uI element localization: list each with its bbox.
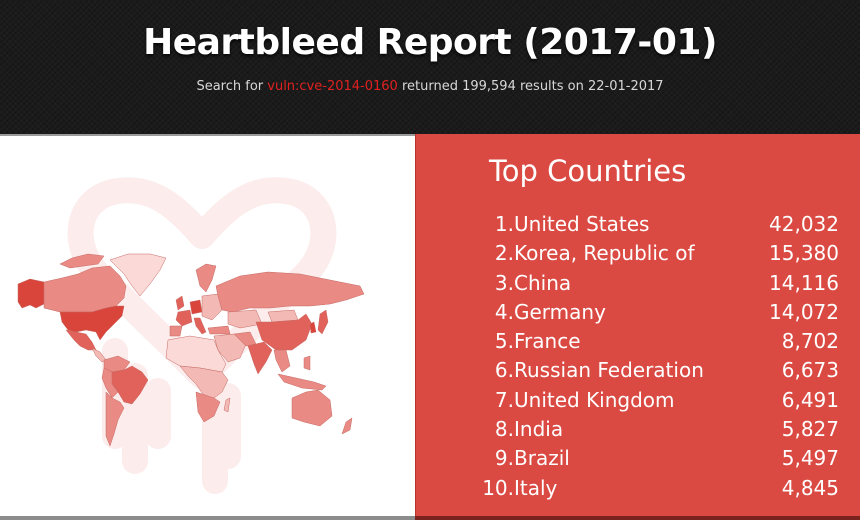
map-region-united-kingdom[interactable] — [175, 295, 185, 311]
subtitle-suffix: returned 199,594 results on 22-01-2017 — [397, 79, 664, 94]
country-rank: 8. — [494, 417, 514, 442]
country-row: 4. Germany 14,072 — [416, 298, 860, 327]
country-name: Korea, Republic of — [514, 241, 695, 266]
country-rank: 2. — [494, 241, 514, 266]
map-region-southeast-asia[interactable] — [273, 349, 291, 373]
country-count: 5,497 — [781, 446, 839, 471]
country-rank: 9. — [494, 446, 514, 471]
country-name: India — [514, 417, 564, 442]
country-name: China — [514, 270, 572, 295]
world-map-panel — [0, 134, 415, 516]
country-row: 9. Brazil 5,497 — [416, 444, 860, 473]
map-region-new-zealand[interactable] — [341, 417, 353, 435]
country-row: 8. India 5,827 — [416, 415, 860, 444]
country-count: 14,072 — [769, 299, 839, 324]
country-count: 14,116 — [769, 270, 839, 295]
country-rank: 5. — [494, 329, 514, 354]
subtitle-prefix: Search for — [196, 79, 268, 94]
map-region-alaska[interactable] — [17, 278, 45, 309]
country-row: 6. Russian Federation 6,673 — [416, 356, 860, 385]
country-count: 6,491 — [781, 387, 839, 412]
country-rank: 4. — [494, 299, 514, 324]
country-count: 5,827 — [781, 417, 839, 442]
country-rank: 7. — [494, 387, 514, 412]
report-header: Heartbleed Report (2017-01) Search for v… — [0, 0, 860, 134]
search-summary: Search for vuln:cve-2014-0160 returned 1… — [0, 79, 860, 94]
map-region-korea[interactable] — [309, 321, 317, 334]
map-region-italy[interactable] — [193, 317, 207, 335]
country-count: 6,673 — [781, 358, 839, 383]
country-count: 42,032 — [769, 212, 839, 236]
map-region-france[interactable] — [175, 309, 193, 327]
map-region-japan[interactable] — [317, 309, 329, 335]
map-region-turkey[interactable] — [207, 325, 231, 335]
map-region-spain[interactable] — [169, 325, 183, 337]
map-region-australia[interactable] — [291, 389, 333, 427]
country-count: 15,380 — [769, 241, 839, 266]
country-row: 5. France 8,702 — [416, 327, 860, 356]
footer-divider-left — [0, 516, 415, 520]
country-name: United States — [514, 212, 650, 236]
country-name: United Kingdom — [514, 387, 675, 412]
world-map — [17, 177, 365, 494]
country-rank: 6. — [494, 358, 514, 383]
country-count: 4,845 — [781, 475, 839, 500]
country-row: 2. Korea, Republic of 15,380 — [416, 239, 860, 268]
map-region-mexico[interactable] — [65, 329, 97, 351]
country-rank: 10. — [482, 475, 514, 500]
top-countries-panel: Top Countries 1. United States 42,032 2. Ko… — [415, 134, 860, 516]
country-row: 7. United Kingdom 6,491 — [416, 386, 860, 415]
country-row: 1. United States 42,032 — [416, 210, 860, 239]
top-countries-title: Top Countries — [489, 154, 687, 188]
search-query-link[interactable]: vuln:cve-2014-0160 — [267, 79, 398, 94]
map-region-scandinavia[interactable] — [195, 263, 217, 293]
map-region-germany[interactable] — [189, 299, 203, 315]
country-name: Russian Federation — [514, 358, 704, 383]
map-region-philippines[interactable] — [303, 355, 311, 371]
country-row: 3. China 14,116 — [416, 269, 860, 298]
country-rank: 3. — [494, 270, 514, 295]
country-name: Italy — [514, 475, 558, 500]
map-region-canada[interactable] — [43, 265, 127, 313]
country-rank: 1. — [494, 212, 514, 236]
country-count: 8,702 — [781, 329, 839, 354]
map-region-russia[interactable] — [215, 271, 365, 313]
country-name: France — [514, 329, 581, 354]
page-title: Heartbleed Report (2017-01) — [143, 22, 717, 63]
country-row: 10. Italy 4,845 — [416, 474, 860, 503]
country-name: Germany — [514, 299, 606, 324]
footer-divider-right — [415, 516, 860, 520]
map-region-india[interactable] — [247, 341, 273, 375]
map-region-indonesia[interactable] — [277, 373, 327, 391]
top-countries-list: 1. United States 42,032 2. Korea, Republic … — [416, 210, 860, 503]
country-name: Brazil — [514, 446, 570, 471]
